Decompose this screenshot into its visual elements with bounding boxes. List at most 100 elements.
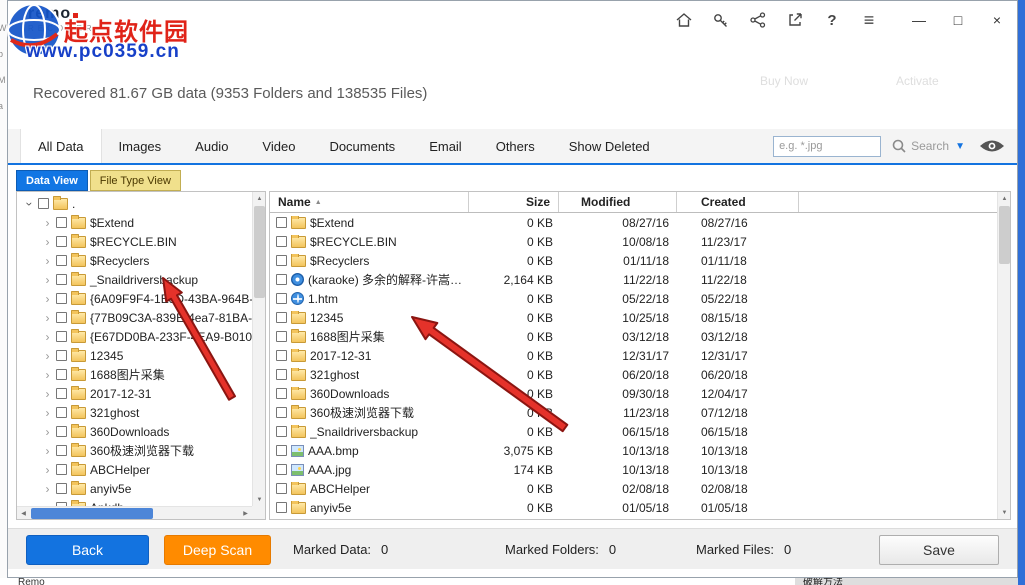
menu-icon[interactable]: ≡ <box>860 11 878 29</box>
table-row[interactable]: 321ghost0 KB06/20/1806/20/18 <box>270 365 997 384</box>
checkbox[interactable] <box>276 388 287 399</box>
filter-tab-all-data[interactable]: All Data <box>20 129 102 163</box>
table-vscroll-thumb[interactable] <box>999 206 1010 264</box>
filter-tab-show-deleted[interactable]: Show Deleted <box>552 129 667 163</box>
checkbox[interactable] <box>276 426 287 437</box>
checkbox[interactable] <box>276 274 287 285</box>
checkbox[interactable] <box>38 198 49 209</box>
tree-item[interactable]: ›360Downloads <box>25 422 252 441</box>
checkbox[interactable] <box>276 464 287 475</box>
checkbox[interactable] <box>56 483 67 494</box>
checkbox[interactable] <box>56 217 67 228</box>
checkbox[interactable] <box>56 464 67 475</box>
column-header-name[interactable]: Name ▲ <box>270 192 469 212</box>
column-header-modified[interactable]: Modified <box>559 192 677 212</box>
close-button[interactable]: × <box>987 12 1007 28</box>
checkbox[interactable] <box>56 255 67 266</box>
scroll-down-icon[interactable]: ▼ <box>998 506 1011 519</box>
preview-eye-icon[interactable] <box>979 138 1005 154</box>
checkbox[interactable] <box>56 274 67 285</box>
expand-chevron-icon[interactable]: › <box>43 255 52 267</box>
tree-item[interactable]: ›360极速浏览器下载 <box>25 441 252 460</box>
search-dropdown-icon[interactable]: ▼ <box>955 141 965 152</box>
expand-chevron-icon[interactable]: › <box>43 483 52 495</box>
tree-vscroll-thumb[interactable] <box>254 206 265 298</box>
checkbox[interactable] <box>276 236 287 247</box>
table-row[interactable]: 1688图片采集0 KB03/12/1803/12/18 <box>270 327 997 346</box>
scroll-right-icon[interactable]: ▶ <box>239 507 252 520</box>
tree-horizontal-scrollbar[interactable]: ◀ ▶ <box>17 506 252 519</box>
scroll-up-icon[interactable]: ▲ <box>253 192 266 205</box>
help-icon[interactable]: ? <box>823 11 841 29</box>
table-vertical-scrollbar[interactable]: ▲ ▼ <box>997 192 1010 519</box>
expand-chevron-icon[interactable]: › <box>43 369 52 381</box>
tree-item[interactable]: ›2017-12-31 <box>25 384 252 403</box>
key-icon[interactable] <box>712 11 730 29</box>
checkbox[interactable] <box>276 293 287 304</box>
tree-item[interactable]: ›anyiv5e <box>25 479 252 498</box>
expand-chevron-icon[interactable]: › <box>43 388 52 400</box>
tree-item[interactable]: ›$Recyclers <box>25 251 252 270</box>
table-row[interactable]: $Extend0 KB08/27/1608/27/16 <box>270 213 997 232</box>
column-header-created[interactable]: Created <box>677 192 799 212</box>
table-row[interactable]: ABCHelper0 KB02/08/1802/08/18 <box>270 479 997 498</box>
checkbox[interactable] <box>276 350 287 361</box>
column-header-size[interactable]: Size <box>469 192 559 212</box>
checkbox[interactable] <box>276 217 287 228</box>
checkbox[interactable] <box>56 426 67 437</box>
table-row[interactable]: $RECYCLE.BIN0 KB10/08/1811/23/17 <box>270 232 997 251</box>
table-row[interactable]: 1.htm0 KB05/22/1805/22/18 <box>270 289 997 308</box>
activate-label[interactable]: Activate <box>896 74 939 88</box>
expand-chevron-icon[interactable]: › <box>43 464 52 476</box>
scroll-down-icon[interactable]: ▼ <box>253 493 266 506</box>
checkbox[interactable] <box>276 255 287 266</box>
checkbox[interactable] <box>56 312 67 323</box>
table-row[interactable]: 2017-12-310 KB12/31/1712/31/17 <box>270 346 997 365</box>
search-button[interactable]: Search <box>891 138 949 154</box>
expand-chevron-icon[interactable]: › <box>43 236 52 248</box>
checkbox[interactable] <box>56 350 67 361</box>
table-row[interactable]: _Snaildriversbackup0 KB06/15/1806/15/18 <box>270 422 997 441</box>
table-row[interactable]: $Recyclers0 KB01/11/1801/11/18 <box>270 251 997 270</box>
search-input[interactable] <box>773 136 881 157</box>
checkbox[interactable] <box>276 369 287 380</box>
checkbox[interactable] <box>276 312 287 323</box>
tree-item[interactable]: ›. <box>25 194 252 213</box>
expand-chevron-icon[interactable]: › <box>43 293 52 305</box>
checkbox[interactable] <box>56 445 67 456</box>
tree-vertical-scrollbar[interactable]: ▲ ▼ <box>252 192 265 506</box>
expand-chevron-icon[interactable]: › <box>43 407 52 419</box>
checkbox[interactable] <box>56 388 67 399</box>
expand-chevron-icon[interactable]: › <box>43 350 52 362</box>
tree-item[interactable]: ›{E67DD0BA-233F-4EA9-B010- <box>25 327 252 346</box>
table-row[interactable]: (karaoke) 多余的解释-许嵩…2,164 KB11/22/1811/22… <box>270 270 997 289</box>
table-row[interactable]: AAA.bmp3,075 KB10/13/1810/13/18 <box>270 441 997 460</box>
tree-item[interactable]: ›321ghost <box>25 403 252 422</box>
tree-item[interactable]: ›{6A09F9F4-1E8D-43BA-964B-3 <box>25 289 252 308</box>
checkbox[interactable] <box>56 369 67 380</box>
scroll-left-icon[interactable]: ◀ <box>17 507 30 520</box>
filter-tab-email[interactable]: Email <box>412 129 479 163</box>
checkbox[interactable] <box>56 331 67 342</box>
expand-chevron-icon[interactable]: › <box>43 312 52 324</box>
expand-chevron-icon[interactable]: › <box>25 199 36 208</box>
checkbox[interactable] <box>56 407 67 418</box>
table-row[interactable]: AAA.jpg174 KB10/13/1810/13/18 <box>270 460 997 479</box>
save-button[interactable]: Save <box>879 535 999 565</box>
buy-now-label[interactable]: Buy Now <box>760 74 808 88</box>
tree-item[interactable]: ›1688图片采集 <box>25 365 252 384</box>
scroll-up-icon[interactable]: ▲ <box>998 192 1011 205</box>
checkbox[interactable] <box>276 331 287 342</box>
home-icon[interactable] <box>675 11 693 29</box>
checkbox[interactable] <box>276 445 287 456</box>
tree-item[interactable]: ›{77B09C3A-839E-4ea7-81BA-E <box>25 308 252 327</box>
table-row[interactable]: anyiv5e0 KB01/05/1801/05/18 <box>270 498 997 517</box>
expand-chevron-icon[interactable]: › <box>43 426 52 438</box>
expand-chevron-icon[interactable]: › <box>43 217 52 229</box>
table-row[interactable]: 360极速浏览器下载0 KB11/23/1807/12/18 <box>270 403 997 422</box>
filter-tab-others[interactable]: Others <box>479 129 552 163</box>
filter-tab-video[interactable]: Video <box>245 129 312 163</box>
minimize-button[interactable]: — <box>909 12 929 28</box>
checkbox[interactable] <box>276 502 287 513</box>
expand-chevron-icon[interactable]: › <box>43 331 52 343</box>
